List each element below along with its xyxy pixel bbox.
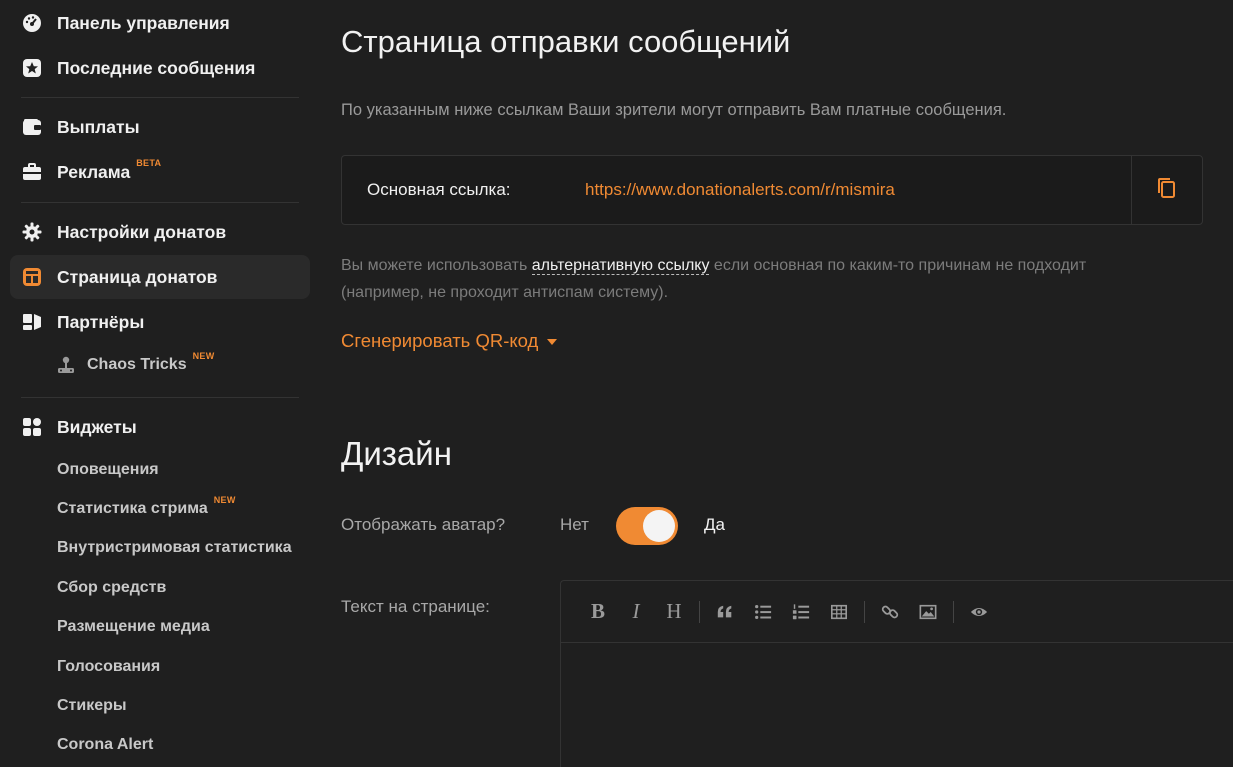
sidebar-item-donation-page[interactable]: Страница донатов [10, 255, 310, 299]
sidebar-item-payouts[interactable]: Выплаты [10, 105, 310, 149]
link-icon[interactable] [875, 597, 905, 627]
page-icon [21, 266, 43, 288]
quote-icon[interactable] [710, 597, 740, 627]
toolbar-separator [864, 600, 865, 623]
sidebar-item-label: Страница донатов [57, 266, 218, 287]
copy-icon [1155, 175, 1179, 206]
sidebar-subitem-label: Статистика стрима [57, 500, 208, 517]
joystick-icon [55, 354, 77, 376]
sidebar-subitem-instream-stats[interactable]: Внутристримовая статистика [57, 533, 292, 563]
sidebar-item-label: Реклама [57, 161, 131, 182]
preview-eye-icon[interactable] [964, 597, 994, 627]
generate-qr-button[interactable]: Сгенерировать QR-код [341, 330, 558, 352]
alternative-link[interactable]: альтернативную ссылку [531, 257, 710, 275]
alt-prefix: Вы можете использовать [341, 257, 532, 274]
sidebar-divider [21, 202, 299, 203]
toggle-knob [643, 510, 675, 542]
sidebar-subitem-label: Corona Alert [57, 736, 154, 753]
sidebar-subitem-corona-alert[interactable]: Corona Alert [57, 730, 153, 760]
sidebar-item-label: Выплаты [57, 116, 140, 137]
alternative-link-text: Вы можете использовать альтернативную сс… [341, 252, 1101, 306]
sidebar-subitem-label: Сбор средств [57, 579, 167, 596]
sidebar-subitem-stickers[interactable]: Стикеры [57, 691, 127, 721]
new-badge: NEW [213, 495, 236, 505]
sidebar-subitem-fundraising[interactable]: Сбор средств [57, 573, 166, 603]
star-icon [21, 57, 43, 79]
generate-qr-label: Сгенерировать QR-код [341, 330, 539, 351]
sidebar-item-label: Последние сообщения [57, 57, 256, 78]
partners-icon [21, 311, 43, 333]
sidebar-subitem-label: Размещение медиа [57, 618, 210, 635]
sidebar-subitem-chaos-tricks[interactable]: Chaos Tricks NEW [55, 350, 215, 380]
dashboard-icon [21, 12, 43, 34]
page-title: Страница отправки сообщений [341, 24, 791, 59]
sidebar-item-dashboard[interactable]: Панель управления [10, 1, 310, 45]
italic-button[interactable]: I [621, 597, 651, 627]
sidebar-divider [21, 397, 299, 398]
sidebar-item-donation-settings[interactable]: Настройки донатов [10, 210, 310, 254]
sidebar-subitem-stream-stats[interactable]: Статистика стрима NEW [57, 494, 236, 524]
bold-button[interactable]: B [583, 597, 613, 627]
sidebar-item-partners[interactable]: Партнёры [10, 300, 310, 344]
sidebar: Панель управления Последние сообщения Вы… [0, 0, 320, 767]
toolbar-separator [699, 600, 700, 623]
gear-icon [21, 221, 43, 243]
main-link-label: Основная ссылка: [367, 180, 511, 199]
beta-badge: BETA [136, 158, 162, 168]
numbered-list-icon[interactable] [786, 597, 816, 627]
editor-toolbar: B I H [561, 581, 1233, 643]
sidebar-subitem-label: Chaos Tricks [87, 356, 187, 373]
page-text-label: Текст на странице: [341, 597, 490, 616]
toggle-yes-label: Да [704, 515, 725, 534]
sidebar-subitem-label: Оповещения [57, 461, 159, 478]
text-editor: B I H [560, 580, 1233, 767]
sidebar-item-label: Партнёры [57, 311, 145, 332]
show-avatar-toggle[interactable] [616, 507, 678, 545]
widgets-icon [21, 416, 43, 438]
new-badge: NEW [192, 351, 215, 361]
toolbar-separator [953, 600, 954, 623]
briefcase-icon [21, 161, 43, 183]
sidebar-divider [21, 97, 299, 98]
caret-down-icon [547, 339, 558, 345]
sidebar-subitem-alerts[interactable]: Оповещения [57, 455, 159, 485]
main-link-box: Основная ссылка: https://www.donationale… [341, 155, 1203, 225]
sidebar-subitem-label: Стикеры [57, 697, 127, 714]
page-description: По указанным ниже ссылкам Ваши зрители м… [341, 101, 1007, 119]
sidebar-item-label: Панель управления [57, 12, 230, 33]
sidebar-subitem-label: Голосования [57, 658, 161, 675]
sidebar-subitem-label: Внутристримовая статистика [57, 539, 292, 556]
bullet-list-icon[interactable] [748, 597, 778, 627]
table-icon[interactable] [824, 597, 854, 627]
image-icon[interactable] [913, 597, 943, 627]
main-content: Страница отправки сообщений По указанным… [341, 0, 1233, 767]
sidebar-item-widgets[interactable]: Виджеты [10, 405, 310, 449]
sidebar-item-label: Виджеты [57, 416, 137, 437]
sidebar-item-ads[interactable]: Реклама BETA [10, 150, 310, 194]
wallet-icon [21, 116, 43, 138]
heading-button[interactable]: H [659, 597, 689, 627]
sidebar-subitem-polls[interactable]: Голосования [57, 652, 160, 682]
show-avatar-label: Отображать аватар? [341, 515, 506, 534]
sidebar-item-label: Настройки донатов [57, 221, 227, 242]
toggle-no-label: Нет [560, 515, 589, 534]
sidebar-subitem-media[interactable]: Размещение медиа [57, 612, 210, 642]
main-link-url[interactable]: https://www.donationalerts.com/r/mismira [585, 180, 895, 200]
design-title: Дизайн [341, 435, 452, 472]
copy-button[interactable] [1131, 156, 1202, 224]
sidebar-item-recent-messages[interactable]: Последние сообщения [10, 46, 310, 90]
